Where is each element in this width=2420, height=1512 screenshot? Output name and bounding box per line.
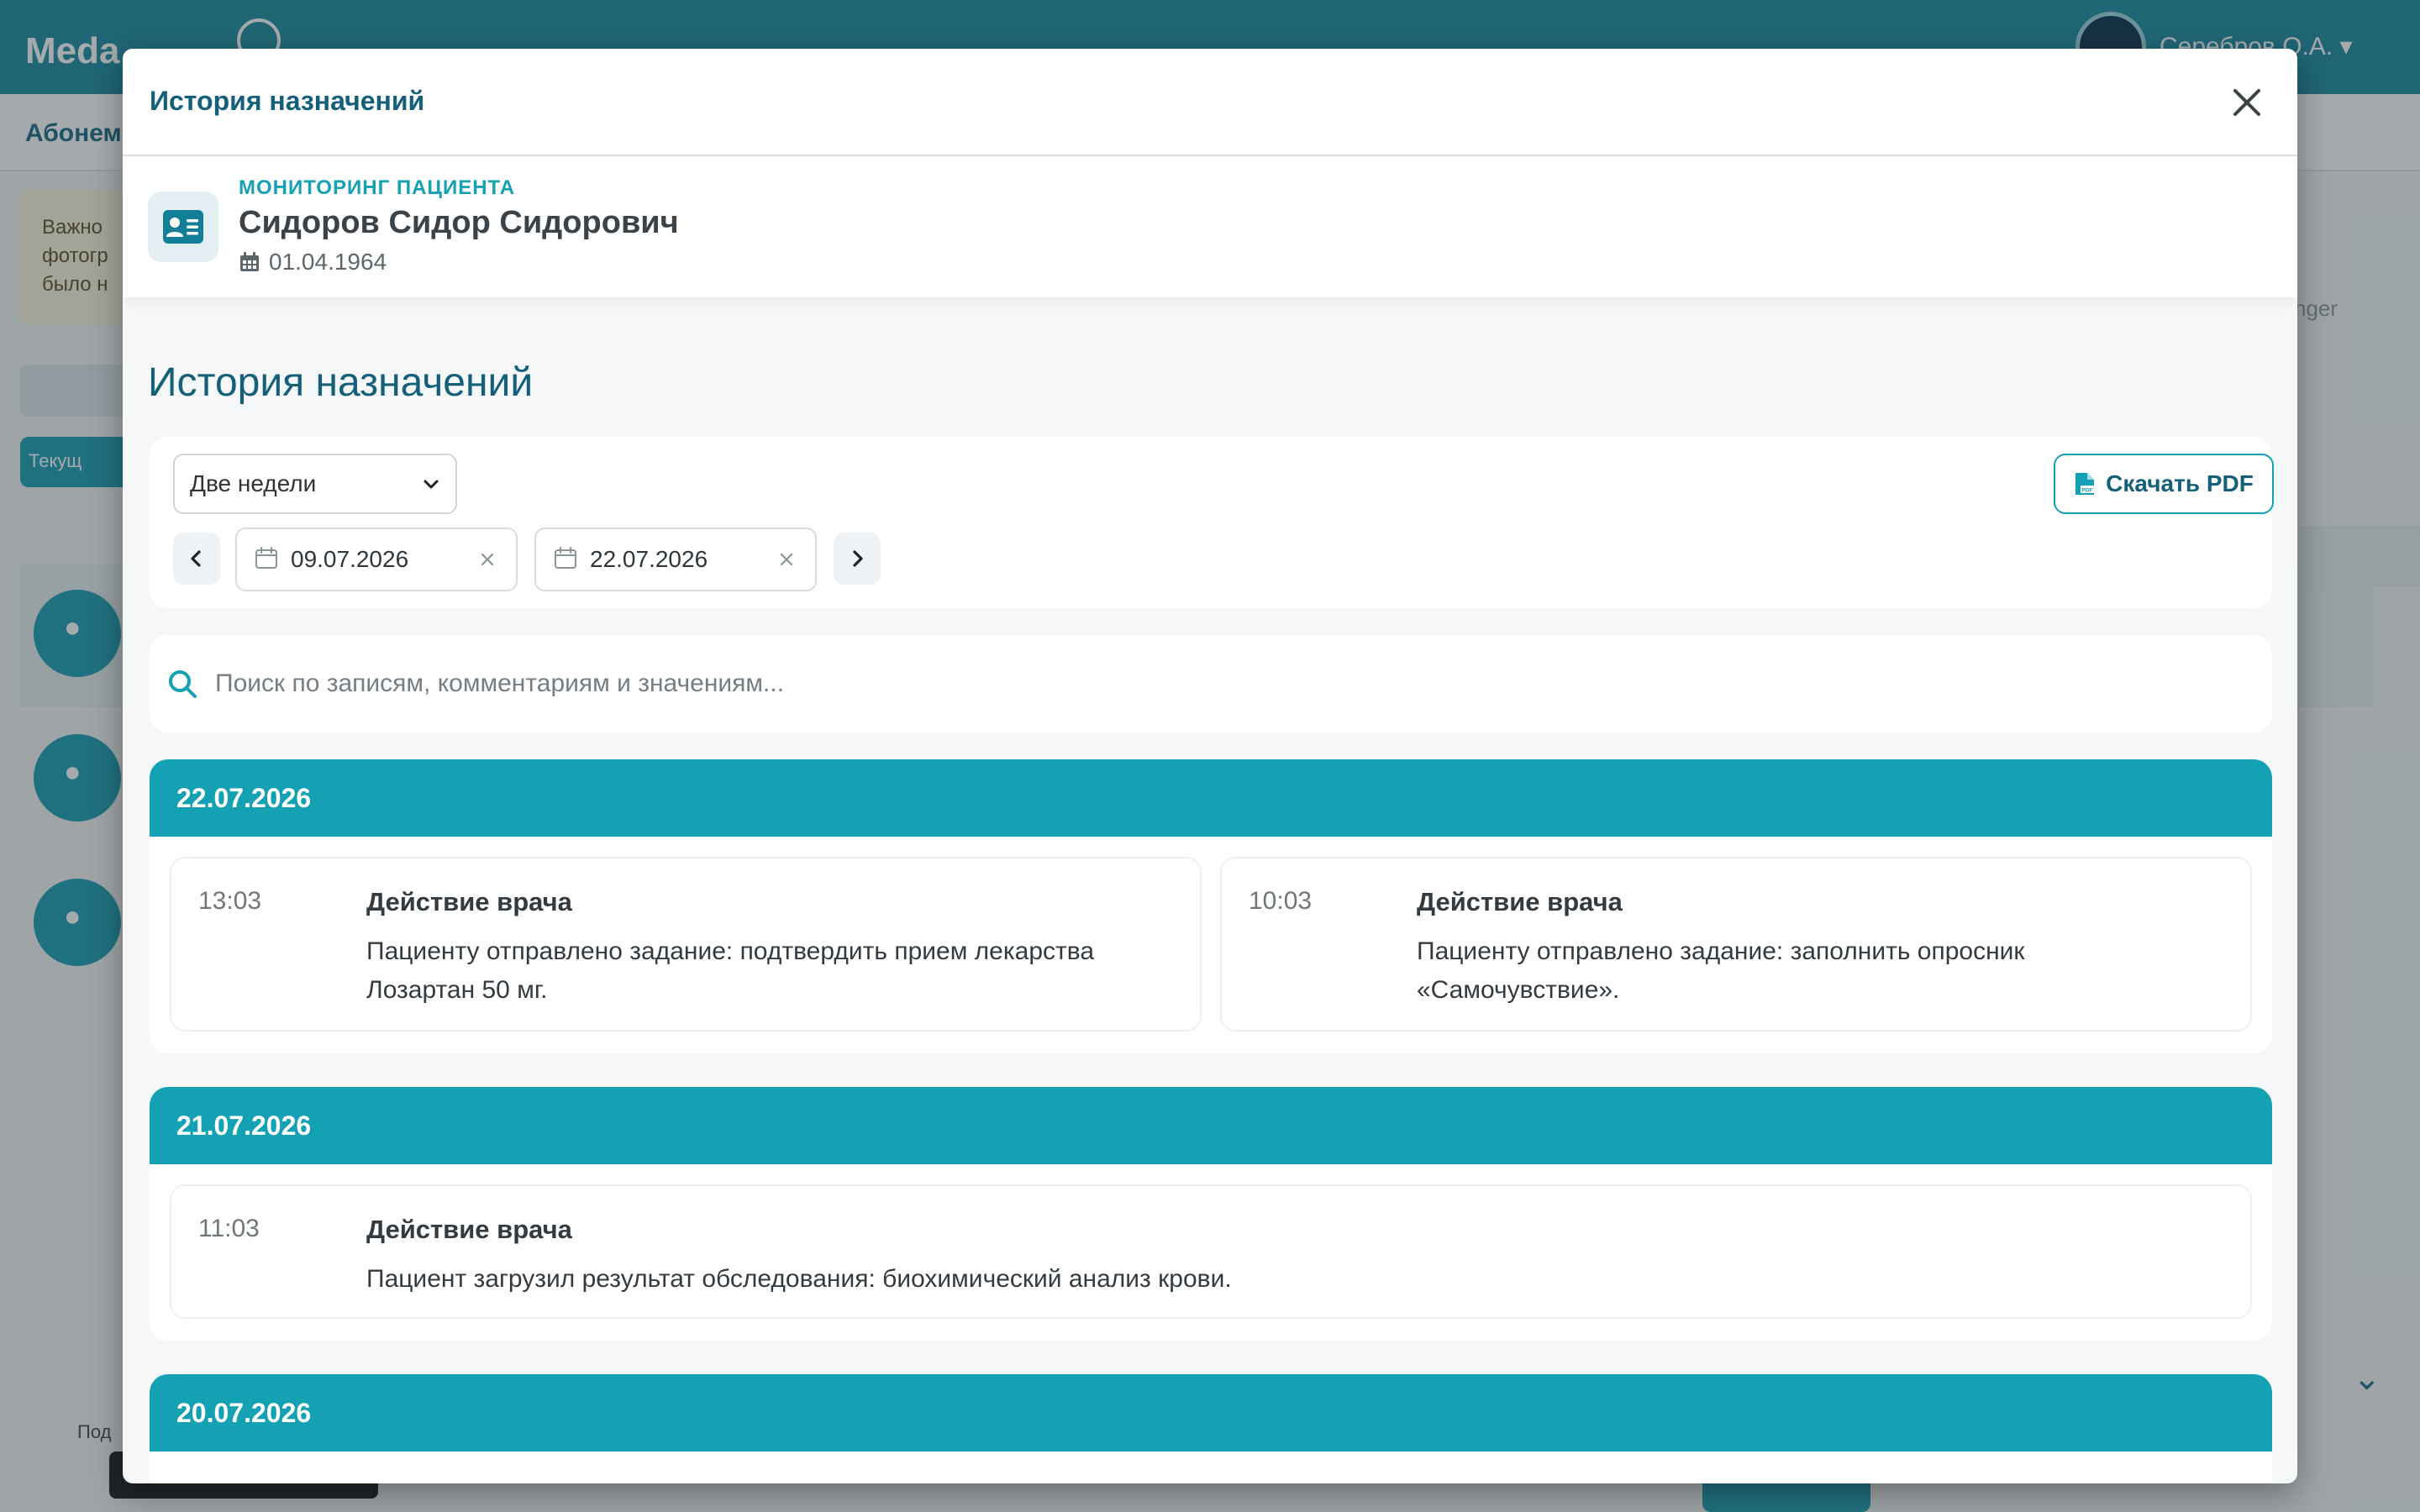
patient-dob: 01.04.1964 bbox=[269, 249, 387, 275]
entry-text: Пациенту отправлено задание: подтвердить… bbox=[366, 937, 1095, 1004]
clear-date-from-button[interactable] bbox=[476, 548, 499, 571]
entry-time: 13:03 bbox=[198, 887, 262, 915]
chevron-down-icon bbox=[424, 480, 439, 489]
entry-title: Действие врача bbox=[366, 1215, 572, 1244]
svg-text:PDF: PDF bbox=[2082, 488, 2093, 494]
period-select-value: Две недели bbox=[190, 470, 317, 496]
patient-dob-row: 01.04.1964 bbox=[239, 249, 387, 276]
day-header: 21.07.2026 bbox=[150, 1087, 2272, 1164]
filter-panel: Две недели PDF Скачать PDF 09.07.2026 22… bbox=[150, 437, 2274, 608]
day-group: 21.07.2026 11:03 Действие врача Пациент … bbox=[150, 1087, 2272, 1341]
next-period-button[interactable] bbox=[834, 533, 881, 585]
date-from-value: 09.07.2026 bbox=[291, 546, 409, 572]
date-to-field[interactable]: 22.07.2026 bbox=[534, 528, 817, 591]
close-icon bbox=[481, 553, 494, 566]
close-button[interactable] bbox=[2223, 79, 2270, 126]
entry-time: 10:03 bbox=[1249, 887, 1313, 915]
entry-title: Действие врача bbox=[366, 887, 572, 916]
prev-period-button[interactable] bbox=[173, 533, 220, 585]
search-icon bbox=[169, 670, 197, 698]
patient-name: Сидоров Сидор Сидорович bbox=[239, 205, 679, 240]
download-pdf-button[interactable]: PDF Скачать PDF bbox=[2054, 454, 2274, 514]
day-entries: 13:03 Действие врача Пациенту отправлено… bbox=[150, 837, 2272, 1053]
calendar-icon bbox=[240, 252, 259, 271]
entry-title: Действие врача bbox=[1417, 887, 1623, 916]
day-group: 22.07.2026 13:03 Действие врача Пациенту… bbox=[150, 759, 2272, 1053]
close-icon bbox=[780, 553, 793, 566]
clear-date-to-button[interactable] bbox=[775, 548, 798, 571]
date-to-value: 22.07.2026 bbox=[590, 546, 708, 572]
history-entry: 11:03 Действие врача Пациент загрузил ре… bbox=[170, 1184, 2252, 1319]
calendar-icon bbox=[553, 545, 578, 575]
day-header: 22.07.2026 bbox=[150, 759, 2272, 837]
patient-icon-box bbox=[148, 192, 218, 262]
close-icon bbox=[2233, 89, 2260, 116]
modal-header: История назначений bbox=[123, 49, 2297, 156]
history-entry: 13:03 Действие врача Пациенту отправлено… bbox=[170, 857, 1202, 1032]
day-date: 20.07.2026 bbox=[176, 1397, 312, 1428]
search-input[interactable] bbox=[215, 669, 2255, 698]
search-bar bbox=[150, 635, 2272, 732]
entry-text: Пациенту отправлено задание: заполнить о… bbox=[1417, 937, 2025, 1004]
day-group: 20.07.2026 bbox=[150, 1374, 2272, 1483]
section-title: История назначений bbox=[148, 360, 534, 405]
day-entries: 11:03 Действие врача Пациент загрузил ре… bbox=[150, 1164, 2272, 1341]
entry-time: 11:03 bbox=[198, 1215, 260, 1242]
patient-card: МОНИТОРИНГ ПАЦИЕНТА Сидоров Сидор Сидоро… bbox=[123, 156, 2297, 297]
day-header: 20.07.2026 bbox=[150, 1374, 2272, 1452]
patient-section-label: МОНИТОРИНГ ПАЦИЕНТА bbox=[239, 176, 516, 199]
chevron-right-icon bbox=[853, 550, 863, 567]
date-from-field[interactable]: 09.07.2026 bbox=[235, 528, 518, 591]
entry-text: Пациент загрузил результат обследования:… bbox=[366, 1265, 1232, 1293]
calendar-icon bbox=[254, 545, 279, 575]
day-date: 22.07.2026 bbox=[176, 782, 312, 813]
file-pdf-icon: PDF bbox=[2075, 473, 2095, 495]
chevron-left-icon bbox=[191, 550, 201, 567]
download-pdf-label: Скачать PDF bbox=[2106, 470, 2254, 496]
id-card-icon bbox=[163, 210, 203, 244]
history-modal: История назначений МОНИТОРИНГ ПАЦИЕНТА С… bbox=[123, 49, 2297, 1483]
modal-title: История назначений bbox=[150, 86, 425, 116]
period-select[interactable]: Две недели bbox=[173, 454, 457, 514]
day-date: 21.07.2026 bbox=[176, 1110, 312, 1141]
history-entry: 10:03 Действие врача Пациенту отправлено… bbox=[1220, 857, 2252, 1032]
